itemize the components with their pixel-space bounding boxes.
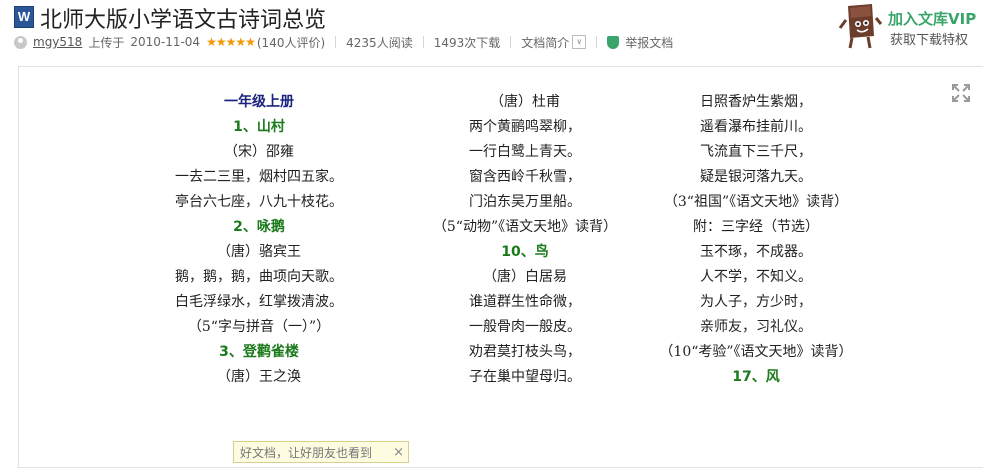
- uploaded-label: 上传于: [88, 35, 125, 50]
- poem-line: 为人子，方少时，: [700, 294, 812, 310]
- chevron-down-icon: ∨: [572, 35, 587, 49]
- poem-line: 白毛浮绿水，红掌拨清波。: [175, 294, 343, 310]
- divider: [422, 36, 424, 48]
- poem-line: （5“动物”《语文天地》读背）: [432, 219, 618, 235]
- divider: [510, 36, 512, 48]
- word-doc-icon: W: [14, 6, 34, 28]
- divider: [596, 36, 598, 48]
- poem-line: （唐）王之涣: [217, 369, 301, 385]
- poem-line: （宋）邵雍: [224, 144, 294, 160]
- poem-line: 劝君莫打枝头鸟，: [469, 344, 581, 360]
- document-header: W 北师大版小学语文古诗词总览 mgy518 上传于 2010-11-04 ★★…: [0, 0, 983, 58]
- poem-line: 窗含西岭千秋雪，: [469, 169, 581, 185]
- poem-line: 门泊东吴万里船。: [469, 194, 581, 210]
- read-count: 4235人阅读: [346, 35, 413, 50]
- poem-line: 一般骨肉一般皮。: [469, 319, 581, 335]
- divider: [335, 36, 337, 48]
- poem-line: 附：三字经（节选）: [693, 219, 819, 235]
- poem-line: 玉不琢，不成器。: [700, 244, 812, 260]
- poem-line: （唐）骆宾王: [217, 244, 301, 260]
- user-icon: [14, 35, 27, 49]
- grade-heading: 一年级上册: [224, 94, 294, 110]
- doc-meta-bar: mgy518 上传于 2010-11-04 ★★★★★ (140人评价) 423…: [14, 34, 673, 50]
- vip-promo[interactable]: 加入文库VIP 获取下载特权: [838, 2, 978, 52]
- poem-line: 子在巢中望母归。: [469, 369, 581, 385]
- poem-title: 1、山村: [233, 119, 285, 135]
- poem-line: （唐）白居易: [483, 269, 567, 285]
- upload-date: 2010-11-04: [130, 35, 201, 49]
- vip-subtitle: 获取下载特权: [890, 33, 969, 48]
- close-icon[interactable]: ×: [393, 442, 404, 462]
- poem-line: （10“考验”《语文天地》读背）: [659, 344, 853, 360]
- poem-line: 亲师友，习礼仪。: [700, 319, 812, 335]
- text-column-2: （唐）杜甫两个黄鹂鸣翠柳， 一行白鹭上青天。 窗含西岭千秋雪， 门泊东吴万里船。 （5“…: [415, 90, 635, 390]
- poem-line: 遥看瀑布挂前川。: [700, 119, 812, 135]
- report-button[interactable]: 举报文档: [607, 34, 673, 51]
- fullscreen-icon[interactable]: [951, 83, 971, 103]
- text-column-3: 日照香炉生紫烟， 遥看瀑布挂前川。 飞流直下三千尺， 疑是银河落九天。 （3“祖国”《语…: [646, 90, 866, 390]
- poem-line: 日照香炉生紫烟，: [700, 94, 812, 110]
- poem-line: 两个黄鹂鸣翠柳，: [469, 119, 581, 135]
- poem-title: 2、咏鹅: [233, 219, 285, 235]
- poem-line: 鹅，鹅，鹅，曲项向天歌。: [175, 269, 343, 285]
- book-mascot-icon: [838, 4, 882, 49]
- poem-line: 飞流直下三千尺，: [700, 144, 812, 160]
- poem-line: 人不学，不知义。: [700, 269, 812, 285]
- poem-line: （唐）杜甫: [490, 94, 560, 110]
- uploader: mgy518 上传于 2010-11-04: [14, 34, 200, 51]
- uploader-link[interactable]: mgy518: [33, 35, 82, 49]
- poem-line: 一行白鹭上青天。: [469, 144, 581, 160]
- tooltip-text: 好文档，让好朋友也看到: [240, 446, 373, 460]
- text-column-1: 一年级上册 1、山村 （宋）邵雍一去二三里，烟村四五家。 亭台六七座，八九十枝花。 2、…: [149, 90, 369, 390]
- poem-title: 17、风: [732, 369, 780, 385]
- poem-line: 一去二三里，烟村四五家。: [175, 169, 343, 185]
- poem-line: 亭台六七座，八九十枝花。: [175, 194, 343, 210]
- poem-line: （3“祖国”《语文天地》读背）: [663, 194, 849, 210]
- doc-intro-label: 文档简介: [521, 35, 570, 50]
- poem-line: 疑是银河落九天。: [700, 169, 812, 185]
- page-title: 北师大版小学语文古诗词总览: [40, 8, 327, 33]
- report-label: 举报文档: [625, 35, 674, 50]
- doc-intro-toggle[interactable]: 文档简介 ∨: [521, 34, 587, 51]
- poem-title: 3、登鹳雀楼: [219, 344, 299, 360]
- download-count: 1493次下载: [433, 35, 501, 50]
- shield-icon: [607, 35, 620, 49]
- poem-title: 10、鸟: [501, 244, 549, 260]
- rating-stars-icon: ★★★★★: [206, 35, 256, 49]
- share-tooltip[interactable]: 好文档，让好朋友也看到 ×: [233, 441, 409, 463]
- poem-line: （5“字与拼音（一）”）: [187, 319, 331, 335]
- vip-title: 加入文库VIP: [888, 10, 977, 28]
- poem-line: 谁道群生性命微，: [469, 294, 581, 310]
- rating-count: (140人评价): [256, 35, 326, 50]
